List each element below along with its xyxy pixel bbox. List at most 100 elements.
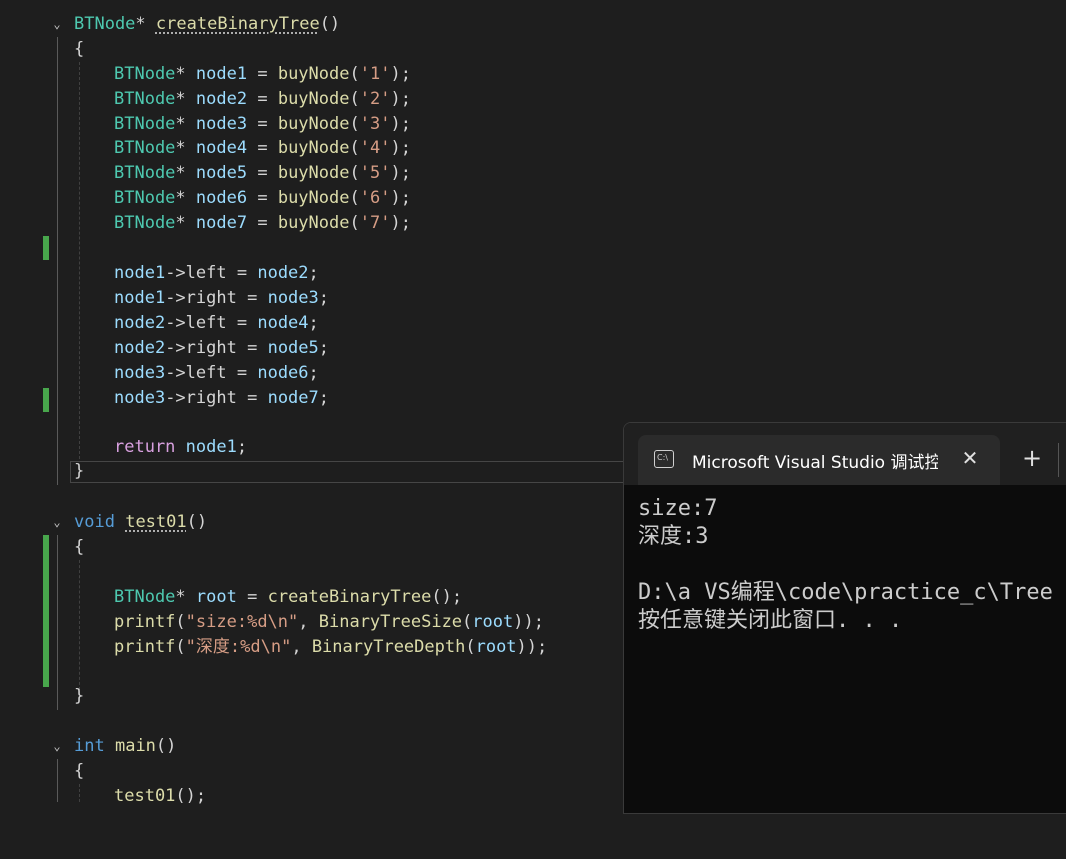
code-line[interactable]: void test01() bbox=[0, 510, 207, 535]
variable-token: node6 bbox=[257, 363, 309, 383]
code-line[interactable]: { bbox=[0, 37, 84, 62]
return-keyword: return bbox=[114, 437, 176, 457]
semicolon-token: ; bbox=[236, 437, 248, 457]
code-line[interactable]: printf("size:%d\n", BinaryTreeSize(root)… bbox=[0, 610, 544, 635]
pointer-token: * bbox=[135, 14, 146, 34]
fold-toggle-chevron-icon[interactable]: ⌄ bbox=[50, 12, 64, 37]
close-icon[interactable]: ✕ bbox=[958, 445, 982, 471]
code-line[interactable]: return node1; bbox=[0, 435, 247, 460]
fold-toggle-chevron-icon[interactable]: ⌄ bbox=[50, 734, 64, 759]
type-token: BTNode bbox=[74, 14, 136, 34]
variable-token: root bbox=[195, 587, 237, 607]
console-tab[interactable]: C:\ Microsoft Visual Studio 调试控制台 ✕ bbox=[638, 435, 1000, 485]
close-brace: } bbox=[74, 461, 85, 481]
variable-token: node2 bbox=[114, 313, 166, 333]
console-tab-bar: C:\ Microsoft Visual Studio 调试控制台 ✕ + bbox=[624, 423, 1066, 485]
code-line[interactable]: BTNode* createBinaryTree() bbox=[0, 12, 340, 37]
open-brace: { bbox=[74, 39, 85, 59]
call-parens-token: (); bbox=[175, 786, 207, 806]
field-token: right bbox=[185, 388, 237, 408]
paren-token: ) bbox=[390, 188, 401, 208]
paren-token: ( bbox=[349, 188, 360, 208]
function-call: createBinaryTree bbox=[267, 587, 432, 607]
string-literal: "size:%d\n" bbox=[185, 612, 299, 632]
function-name[interactable]: createBinaryTree bbox=[156, 14, 320, 34]
type-token: BTNode bbox=[114, 88, 176, 109]
keyword-token: void bbox=[74, 512, 115, 532]
type-token: BTNode bbox=[114, 113, 176, 134]
operator-token: = bbox=[226, 363, 258, 383]
operator-token: = bbox=[247, 138, 278, 159]
console-output[interactable]: size:7 深度:3 D:\a VS编程\code\practice_c\Tree… bbox=[638, 495, 1053, 635]
console-output-line: 按任意键关闭此窗口. . . bbox=[638, 608, 903, 633]
function-name[interactable]: test01 bbox=[125, 512, 186, 532]
paren-token: ) bbox=[390, 212, 401, 233]
type-token: BTNode bbox=[114, 163, 176, 184]
close-brace: } bbox=[74, 686, 85, 706]
parens-token: () bbox=[319, 14, 341, 34]
code-line[interactable]: } bbox=[0, 459, 84, 484]
code-line[interactable]: int main() bbox=[0, 734, 176, 759]
operator-token: = bbox=[236, 338, 268, 358]
variable-token: node4 bbox=[257, 313, 309, 333]
semicolon-token: ; bbox=[400, 88, 411, 109]
paren-token: ) bbox=[390, 113, 401, 134]
paren-token: ( bbox=[175, 637, 186, 657]
variable-token: node1 bbox=[114, 263, 166, 283]
code-line[interactable]: BTNode* root = createBinaryTree(); bbox=[0, 585, 462, 610]
fold-toggle-chevron-icon[interactable]: ⌄ bbox=[50, 510, 64, 535]
arrow-operator: -> bbox=[165, 388, 186, 408]
code-line[interactable]: } bbox=[0, 684, 84, 709]
paren-token: ) bbox=[390, 64, 401, 84]
type-token: BTNode bbox=[114, 188, 176, 208]
paren-token: ) bbox=[390, 138, 401, 159]
string-literal: "深度:%d\n" bbox=[185, 637, 292, 657]
operator-token: = bbox=[247, 88, 278, 109]
parens-token: () bbox=[186, 512, 208, 532]
paren-token: )); bbox=[513, 612, 544, 632]
new-tab-plus-icon[interactable]: + bbox=[1020, 445, 1044, 471]
variable-token: node4 bbox=[195, 138, 248, 159]
tab-separator bbox=[1058, 443, 1059, 477]
function-call: buyNode bbox=[277, 163, 350, 184]
paren-token: ( bbox=[465, 637, 476, 657]
operator-token: = bbox=[236, 587, 268, 607]
paren-token: ( bbox=[349, 64, 360, 84]
function-call: BinaryTreeDepth bbox=[311, 637, 466, 657]
paren-token: )); bbox=[516, 637, 548, 657]
code-line[interactable]: test01(); bbox=[0, 784, 206, 809]
current-line-highlight bbox=[70, 461, 630, 483]
field-token: right bbox=[185, 338, 237, 358]
paren-token: ( bbox=[349, 113, 360, 134]
semicolon-token: ; bbox=[318, 288, 330, 308]
variable-token: node3 bbox=[114, 388, 166, 408]
code-line[interactable]: printf("深度:%d\n", BinaryTreeDepth(root))… bbox=[0, 635, 547, 660]
change-marker bbox=[43, 236, 49, 260]
field-token: left bbox=[185, 263, 227, 283]
debug-console-window[interactable]: C:\ Microsoft Visual Studio 调试控制台 ✕ + si… bbox=[623, 422, 1066, 814]
operator-token: = bbox=[247, 212, 278, 233]
function-call: buyNode bbox=[277, 212, 350, 233]
console-tab-title: Microsoft Visual Studio 调试控制台 bbox=[692, 453, 938, 473]
indent-guide bbox=[79, 560, 80, 690]
code-line[interactable]: { bbox=[0, 759, 84, 784]
console-output-line: 深度:3 bbox=[638, 524, 709, 549]
paren-token: ) bbox=[390, 88, 401, 109]
variable-token: node3 bbox=[195, 113, 248, 134]
variable-token: node7 bbox=[267, 388, 319, 408]
paren-token: ( bbox=[349, 212, 360, 233]
field-token: left bbox=[185, 363, 227, 383]
code-line[interactable]: { bbox=[0, 535, 84, 560]
variable-token: node3 bbox=[114, 363, 166, 383]
function-call: buyNode bbox=[277, 113, 350, 134]
indent-guide bbox=[79, 784, 80, 802]
char-literal: '4' bbox=[359, 138, 391, 159]
function-call: buyNode bbox=[277, 188, 350, 208]
open-brace: { bbox=[74, 761, 85, 781]
field-token: right bbox=[185, 288, 237, 308]
function-name[interactable]: main bbox=[115, 736, 156, 756]
parens-token: () bbox=[155, 736, 177, 756]
semicolon-token: ; bbox=[318, 338, 330, 358]
paren-token: ( bbox=[349, 163, 360, 184]
